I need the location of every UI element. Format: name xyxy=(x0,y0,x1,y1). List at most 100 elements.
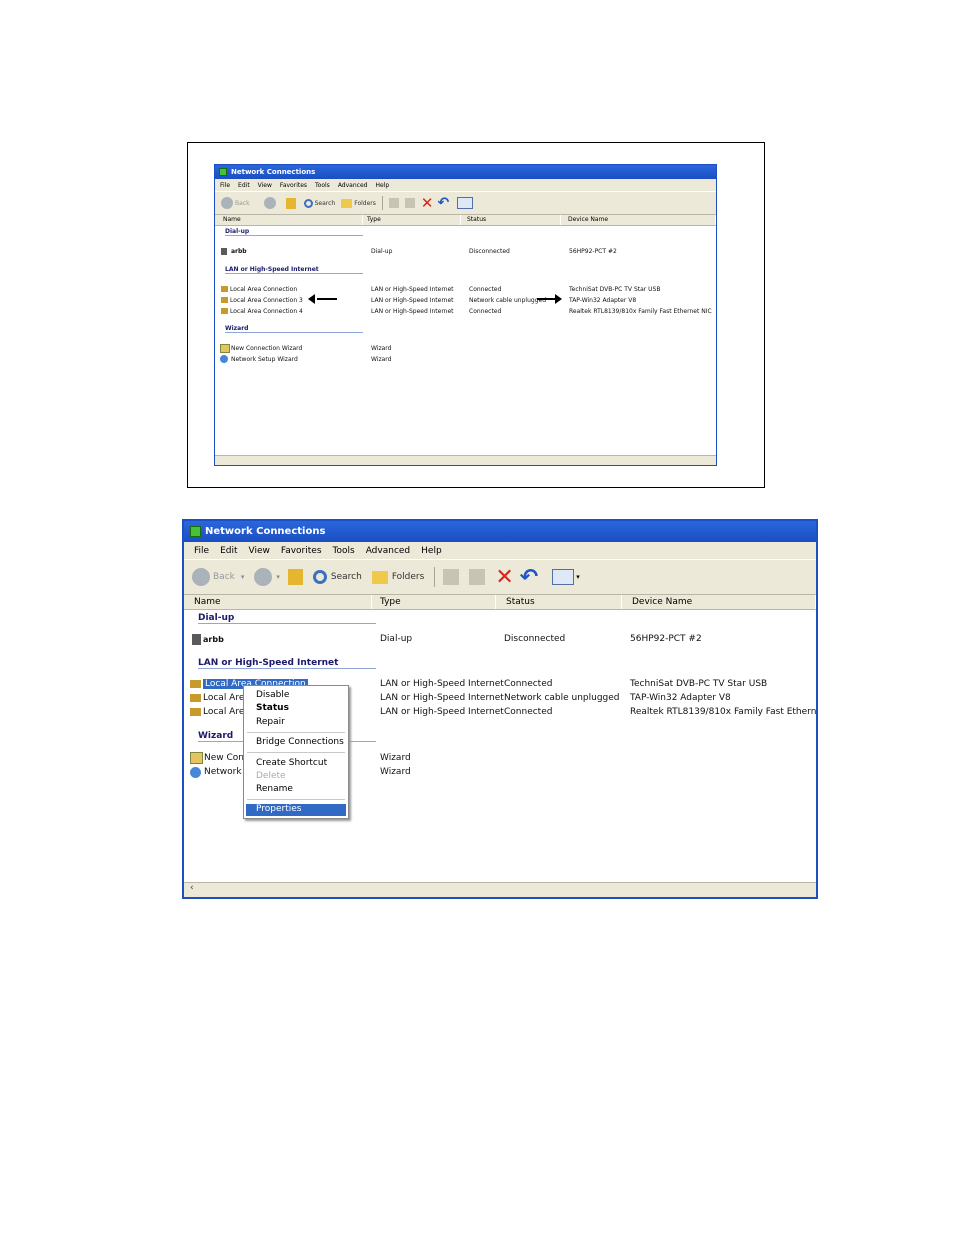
menu-tools[interactable]: Tools xyxy=(315,182,330,189)
menu-view[interactable]: View xyxy=(249,546,270,556)
menu-bar: File Edit View Favorites Tools Advanced … xyxy=(184,542,816,559)
column-device[interactable]: Device Name xyxy=(622,595,816,609)
column-header: Name Type Status Device Name xyxy=(215,215,716,226)
item-name: Network Setup Wizard xyxy=(231,355,298,363)
item-name: New Connection Wizard xyxy=(231,344,303,352)
column-type[interactable]: Type xyxy=(372,595,496,609)
views-dropdown-icon[interactable]: ▾ xyxy=(576,573,580,581)
forward-button[interactable] xyxy=(263,197,276,209)
back-button[interactable]: Back ▾ xyxy=(192,568,244,586)
list-item[interactable]: Local Area Connection LAN or High-Speed … xyxy=(221,284,711,294)
list-item[interactable]: New Connection Wizard Wizard xyxy=(220,343,710,353)
list-item[interactable]: Local Area Connection 3 LAN or High-Spee… xyxy=(221,295,711,305)
search-icon xyxy=(312,570,327,584)
column-name[interactable]: Name xyxy=(184,595,372,609)
delete-icon[interactable]: ✕ xyxy=(495,565,513,590)
move-to-icon[interactable] xyxy=(443,569,460,585)
column-type[interactable]: Type xyxy=(363,215,461,225)
copy-to-icon[interactable] xyxy=(404,198,415,208)
undo-icon[interactable]: ↶ xyxy=(520,565,538,590)
toolbar-separator xyxy=(434,567,436,587)
item-device: TAP-Win32 Adapter V8 xyxy=(630,693,731,703)
column-device[interactable]: Device Name xyxy=(561,215,716,225)
lan-connection-icon xyxy=(221,308,228,314)
column-name[interactable]: Name xyxy=(215,215,363,225)
menu-tools[interactable]: Tools xyxy=(333,546,355,556)
search-button[interactable]: Search xyxy=(312,570,362,584)
column-status[interactable]: Status xyxy=(461,215,561,225)
undo-icon[interactable]: ↶ xyxy=(437,195,449,211)
new-connection-wizard-icon xyxy=(220,343,230,353)
menu-advanced[interactable]: Advanced xyxy=(366,546,410,556)
forward-arrow-icon xyxy=(263,197,276,209)
item-type: Wizard xyxy=(380,767,411,777)
item-type: Dial-up xyxy=(371,247,393,255)
up-folder-button[interactable] xyxy=(285,197,296,209)
folders-button[interactable]: Folders xyxy=(371,570,424,584)
item-type: LAN or High-Speed Internet xyxy=(371,285,454,293)
copy-to-icon[interactable] xyxy=(469,569,486,585)
group-dialup: Dial-up xyxy=(225,228,363,236)
menu-divider xyxy=(247,732,345,733)
menu-item-delete: Delete xyxy=(256,771,286,781)
item-type: Wizard xyxy=(371,344,392,352)
list-item[interactable]: Network Setup Wizard Wizard xyxy=(220,354,710,364)
forward-button[interactable]: ▾ xyxy=(254,568,280,586)
views-icon[interactable] xyxy=(457,197,474,209)
folders-button[interactable]: Folders xyxy=(341,198,376,208)
network-setup-wizard-icon xyxy=(190,766,201,778)
item-type: LAN or High-Speed Internet xyxy=(380,679,504,689)
back-label: Back xyxy=(213,572,235,582)
delete-icon[interactable]: ✕ xyxy=(421,194,434,212)
group-lan: LAN or High-Speed Internet xyxy=(198,658,376,669)
menu-edit[interactable]: Edit xyxy=(238,182,250,189)
menu-item-properties-label: Properties xyxy=(256,804,302,814)
menu-divider xyxy=(247,799,345,800)
item-device: 56HP92-PCT #2 xyxy=(630,634,702,644)
item-name: Local Area Connection xyxy=(230,285,298,293)
column-header: Name Type Status Device Name xyxy=(184,595,816,610)
lan-connection-icon xyxy=(190,708,201,716)
move-to-icon[interactable] xyxy=(388,198,399,208)
views-icon[interactable] xyxy=(552,569,575,585)
back-button[interactable]: Back xyxy=(221,197,250,209)
search-button[interactable]: Search xyxy=(303,198,335,208)
menu-favorites[interactable]: Favorites xyxy=(280,182,307,189)
network-connections-icon xyxy=(190,526,201,537)
menu-favorites[interactable]: Favorites xyxy=(281,546,322,556)
forward-dropdown-icon: ▾ xyxy=(276,573,280,581)
item-type: LAN or High-Speed Internet xyxy=(371,307,454,315)
menu-item-bridge-connections[interactable]: Bridge Connections xyxy=(256,737,344,747)
menu-edit[interactable]: Edit xyxy=(220,546,237,556)
list-item[interactable]: arbb Dial-up Disconnected 56HP92-PCT #2 xyxy=(192,632,812,646)
menu-item-properties[interactable]: Properties xyxy=(246,804,346,816)
menu-help[interactable]: Help xyxy=(421,546,442,556)
item-device: TechniSat DVB-PC TV Star USB xyxy=(569,285,661,293)
menu-item-rename[interactable]: Rename xyxy=(256,784,293,794)
horizontal-scrollbar[interactable]: ‹ xyxy=(184,882,816,897)
list-item[interactable]: arbb Dial-up Disconnected 56HP92-PCT #2 xyxy=(221,246,711,256)
horizontal-scrollbar[interactable] xyxy=(215,455,716,465)
menu-help[interactable]: Help xyxy=(375,182,389,189)
menu-advanced[interactable]: Advanced xyxy=(338,182,368,189)
up-folder-button[interactable] xyxy=(287,569,303,585)
menu-view[interactable]: View xyxy=(258,182,272,189)
window-title: Network Connections xyxy=(205,526,326,537)
menu-item-status[interactable]: Status xyxy=(256,703,289,713)
menu-file[interactable]: File xyxy=(220,182,230,189)
menu-item-repair[interactable]: Repair xyxy=(256,717,285,727)
menu-divider xyxy=(247,752,345,753)
column-status[interactable]: Status xyxy=(496,595,622,609)
menu-item-create-shortcut[interactable]: Create Shortcut xyxy=(256,758,327,768)
item-status: Connected xyxy=(504,679,553,689)
menu-file[interactable]: File xyxy=(194,546,209,556)
list-item[interactable]: Local Area Connection 4 LAN or High-Spee… xyxy=(221,306,712,316)
dialup-connection-icon xyxy=(192,633,201,645)
window-title: Network Connections xyxy=(231,168,316,176)
menu-item-disable[interactable]: Disable xyxy=(256,690,289,700)
lan-connection-icon xyxy=(190,680,201,688)
scroll-left-icon[interactable]: ‹ xyxy=(190,883,194,893)
folders-icon xyxy=(371,570,388,584)
forward-arrow-icon xyxy=(254,568,273,586)
item-status: Network cable unplugged xyxy=(504,693,620,703)
